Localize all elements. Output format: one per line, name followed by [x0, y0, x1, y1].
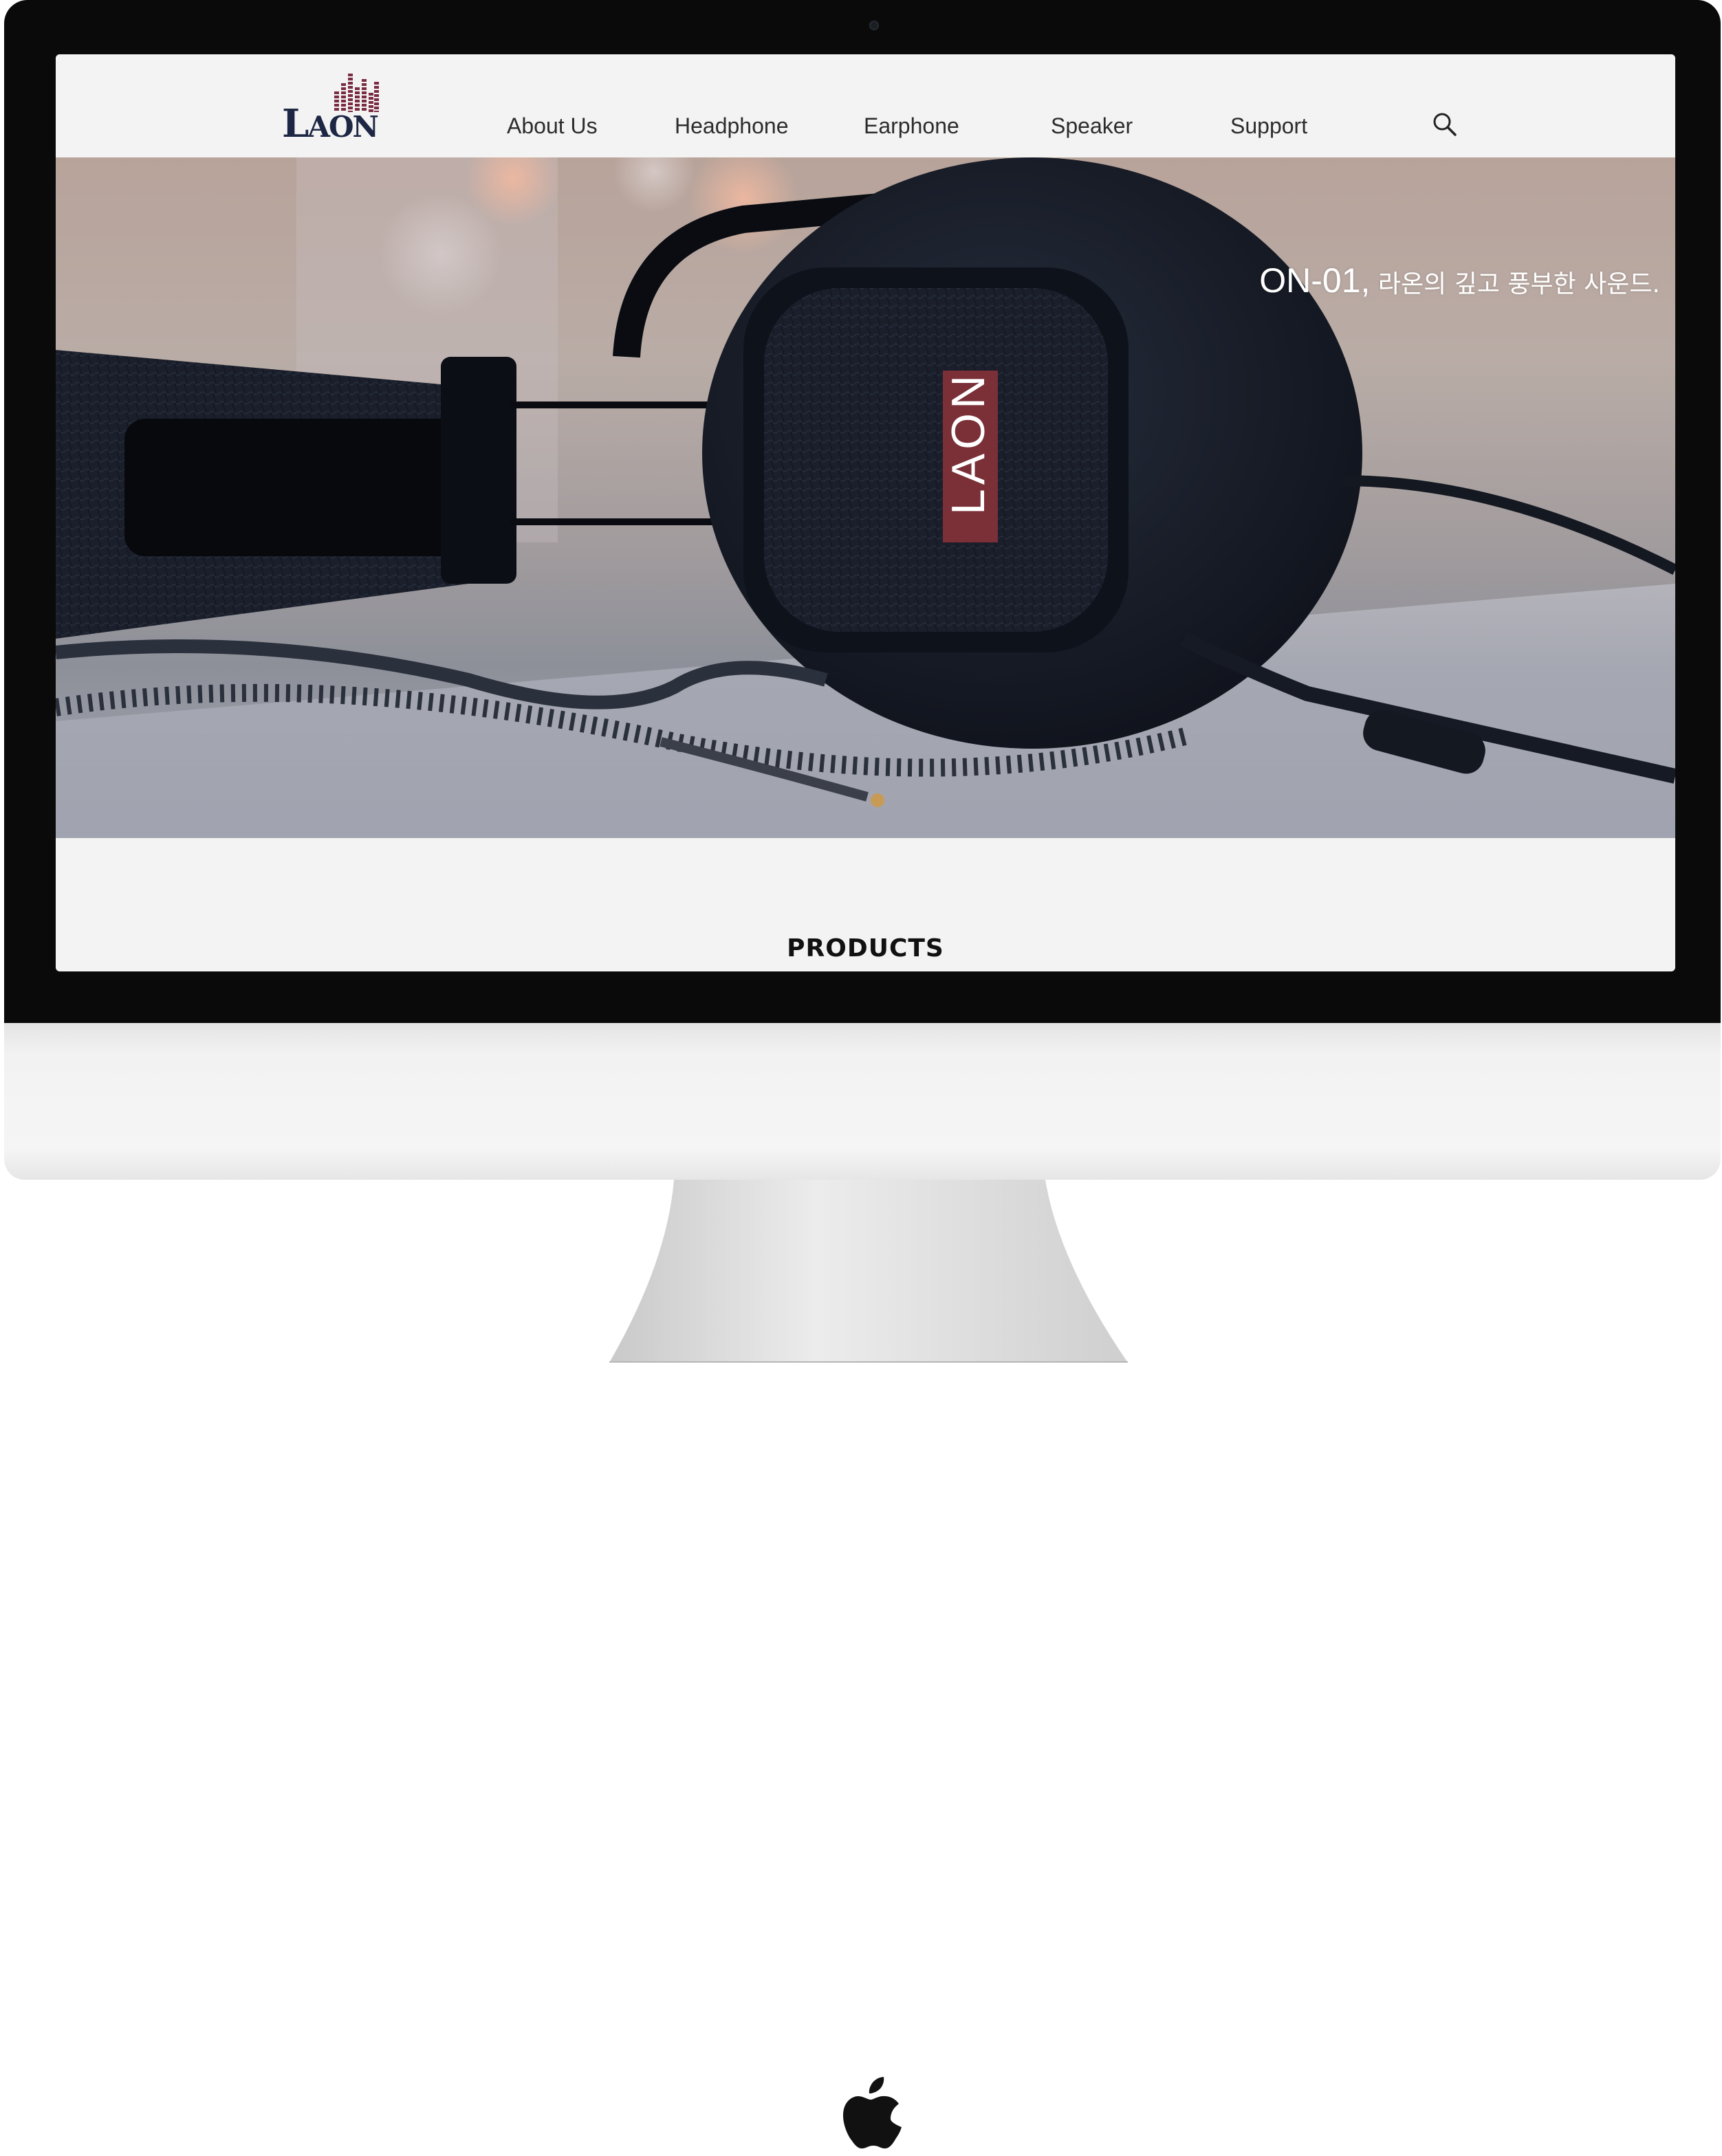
- nav-headphone[interactable]: Headphone: [675, 113, 788, 139]
- nav-speaker[interactable]: Speaker: [1051, 113, 1133, 139]
- monitor-stand: [609, 1180, 1128, 1363]
- nav-earphone[interactable]: Earphone: [864, 113, 959, 139]
- hero-banner: LAON ON-01, 라온의 깊고 풍부한 사운드.: [56, 157, 1675, 838]
- headphone-hero-image: LAON: [56, 157, 1675, 838]
- monitor-chin: [4, 1023, 1721, 2148]
- products-heading: PRODUCTS: [787, 934, 944, 962]
- logo-wordmark: LAON: [282, 101, 379, 146]
- tagline-text: 라온의 깊고 풍부한 사운드.: [1370, 270, 1660, 298]
- apple-logo-icon: [843, 2077, 902, 2148]
- laon-logo[interactable]: LAON: [282, 74, 381, 146]
- hero-tagline: ON-01, 라온의 깊고 풍부한 사운드.: [1259, 261, 1660, 300]
- camera-icon: [869, 21, 879, 30]
- laon-label-text: LAON: [942, 371, 994, 515]
- search-icon[interactable]: [1431, 111, 1459, 138]
- nav-about-us[interactable]: About Us: [507, 113, 598, 139]
- website-screen: LAON About Us Headphone Earphone Speaker…: [56, 54, 1675, 971]
- tagline-model: ON-01,: [1259, 261, 1371, 300]
- nav-support[interactable]: Support: [1230, 113, 1307, 139]
- site-header: LAON About Us Headphone Earphone Speaker…: [56, 54, 1675, 157]
- monitor-bezel: LAON About Us Headphone Earphone Speaker…: [4, 0, 1721, 1023]
